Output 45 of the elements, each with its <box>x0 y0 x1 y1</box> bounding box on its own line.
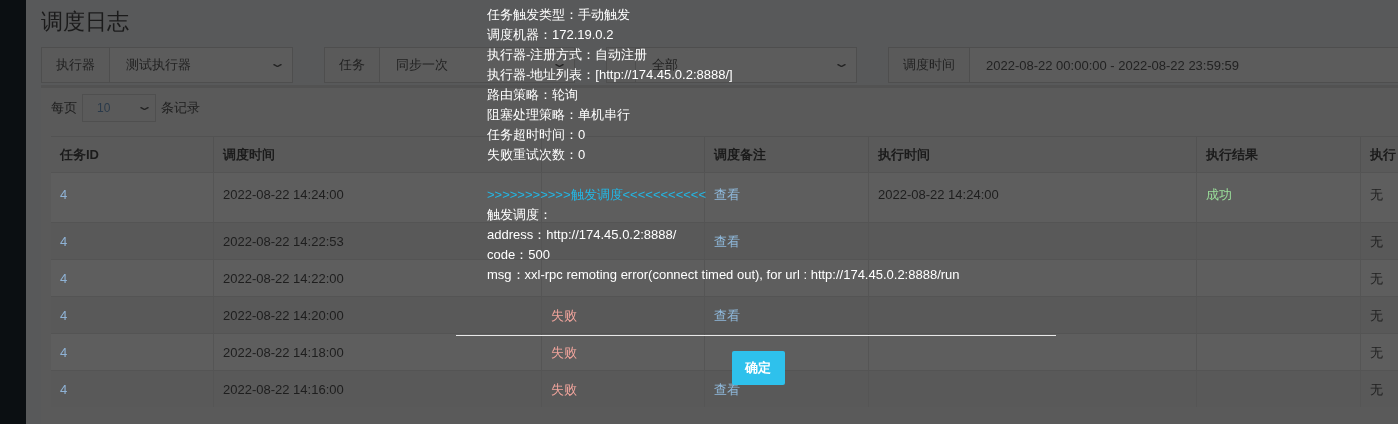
dropdown-caret-icon <box>555 63 564 67</box>
log-line: 路由策略：轮询 <box>487 87 578 101</box>
table-cell[interactable]: 4 <box>60 308 68 323</box>
table-cell[interactable]: 4 <box>60 187 68 202</box>
status-text: 失败 <box>551 345 577 360</box>
page-size-label: 每页 <box>51 99 77 117</box>
status-text: 成功 <box>1206 187 1232 202</box>
dropdown-caret-icon <box>273 63 282 67</box>
table-cell: 2022-08-22 14:24:00 <box>223 187 344 202</box>
ok-button[interactable]: 确定 <box>731 351 785 385</box>
banner-line: >>>>>>>>>>>触发调度<<<<<<<<<<< <box>487 187 707 201</box>
log-line: 执行器-注册方式：自动注册 <box>487 47 648 61</box>
table-cell: 无 <box>1370 345 1383 360</box>
table-cell: 2022-08-22 14:24:00 <box>878 187 999 202</box>
log-line: 失败重试次数：0 <box>487 147 586 161</box>
table-cell: 无 <box>1370 271 1383 286</box>
table-cell[interactable]: 4 <box>60 382 68 397</box>
log-line: code：500 <box>487 247 550 261</box>
dropdown-caret-icon <box>837 63 846 67</box>
page-title: 调度日志 <box>41 8 129 36</box>
view-link[interactable]: 查看 <box>714 308 740 323</box>
filter-field[interactable]: 2022-08-22 00:00:00 - 2022-08-22 23:59:59 <box>986 57 1239 73</box>
status-text: 失败 <box>551 308 577 323</box>
log-line: msg：xxl-rpc remoting error(connect timed out), for url : http://174.45.0.2:8888/run <box>487 267 960 281</box>
table-cell[interactable]: 4 <box>60 345 68 360</box>
view-link[interactable]: 查看 <box>714 234 740 249</box>
log-line: 执行器-地址列表：[http://174.45.0.2:8888/] <box>487 67 733 81</box>
table-cell: 2022-08-22 14:22:00 <box>223 271 344 286</box>
table-cell: 2022-08-22 14:20:00 <box>223 308 344 323</box>
dropdown-caret-icon <box>140 106 149 110</box>
view-link[interactable]: 查看 <box>714 382 740 397</box>
status-text: 失败 <box>551 382 577 397</box>
log-line: 调度机器：172.19.0.2 <box>487 27 614 41</box>
log-line: address：http://174.45.0.2:8888/ <box>487 227 677 241</box>
table-cell: 2022-08-22 14:18:00 <box>223 345 344 360</box>
view-link[interactable]: 查看 <box>714 187 740 202</box>
table-cell[interactable]: 4 <box>60 234 68 249</box>
log-line: 触发调度： <box>487 207 552 221</box>
table-cell: 无 <box>1370 187 1383 202</box>
table-cell: 2022-08-22 14:16:00 <box>223 382 344 397</box>
log-line: 阻塞处理策略：单机串行 <box>487 107 630 121</box>
log-line: 任务触发类型：手动触发 <box>487 7 630 21</box>
table-cell[interactable]: 4 <box>60 271 68 286</box>
log-line: 任务超时时间：0 <box>487 127 586 141</box>
table-cell: 2022-08-22 14:22:53 <box>223 234 344 249</box>
